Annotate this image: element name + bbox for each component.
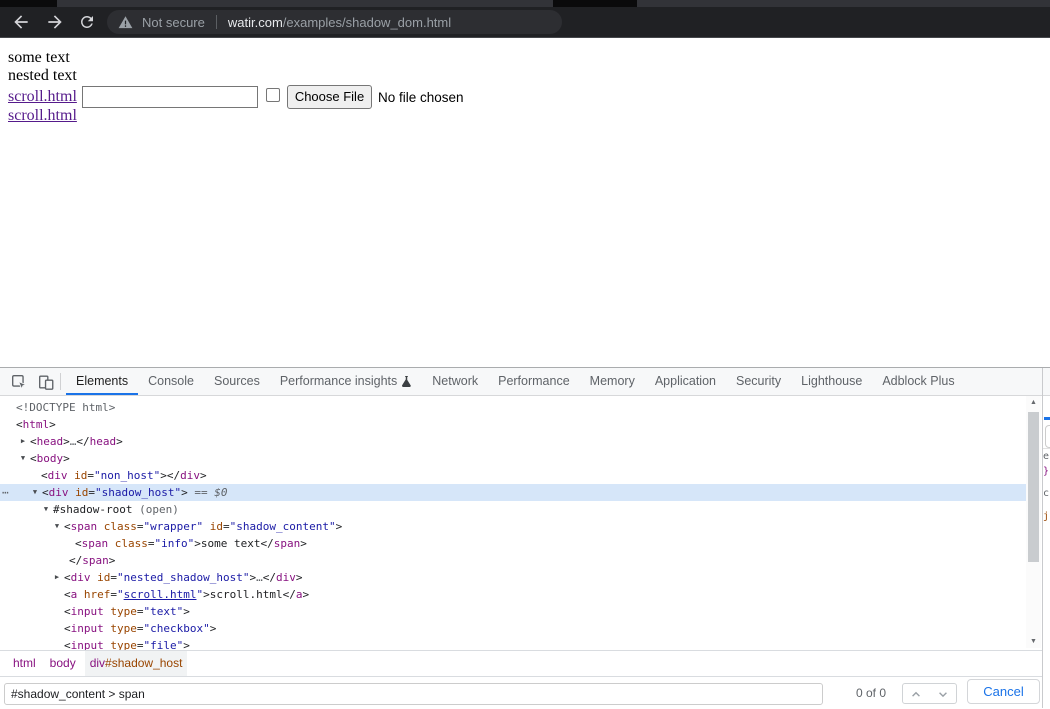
disclosure-collapsed-icon[interactable]: ▶ [52,569,62,586]
scroll-up-icon[interactable]: ▲ [1026,399,1041,406]
styles-filter-box-edge [1045,425,1050,448]
tree-row[interactable]: ⋯▼<div id="shadow_host"> == $0 [0,484,1026,501]
find-next-button[interactable] [929,683,957,704]
tree-row[interactable]: ▼<body> [0,450,1026,467]
tab-memory[interactable]: Memory [580,368,645,395]
tab-sources[interactable]: Sources [204,368,270,395]
elements-tree: <!DOCTYPE html><html>▶<head>…</head>▼<bo… [0,395,1042,650]
forward-arrow-icon[interactable] [44,11,66,33]
tree-row[interactable]: <input type="file"> [0,637,1026,650]
crumb-body[interactable]: body [45,651,81,676]
scroll-down-icon[interactable]: ▼ [1026,638,1041,645]
tree-row[interactable]: <input type="text"> [0,603,1026,620]
scroll-link-2[interactable]: scroll.html [8,107,77,125]
tree-row[interactable]: ▶<head>…</head> [0,433,1026,450]
tree-row[interactable]: ▶<div id="nested_shadow_host">…</div> [0,569,1026,586]
tree-row[interactable]: </span> [0,552,1026,569]
find-match-count: 0 of 0 [850,677,886,709]
page-text-some: some text [8,49,70,67]
overflow-dots-icon[interactable]: ⋯ [2,484,8,501]
tab-console[interactable]: Console [138,368,204,395]
tree-row[interactable]: <a href="scroll.html">scroll.html</a> [0,586,1026,603]
find-input[interactable]: #shadow_content > span [4,683,823,705]
tab-label: Elements [76,368,128,395]
browser-toolbar: Not secure watir.com/examples/shadow_dom… [0,7,1050,38]
experiment-flask-icon [401,375,412,388]
url-host: watir.com [228,15,283,30]
tree-row[interactable]: <div id="non_host"></div> [0,467,1026,484]
disclosure-collapsed-icon[interactable]: ▶ [18,433,28,450]
devtools-tabs: Elements Console Sources Performance insigh… [66,368,965,395]
choose-file-button[interactable]: Choose File [287,85,372,109]
tree-scrollbar[interactable]: ▲ ▼ [1026,396,1041,648]
styles-text-fragment: } [1043,466,1049,477]
tab-label: Lighthouse [801,368,862,395]
tree-row[interactable]: ▼#shadow-root (open) [0,501,1026,518]
devtools-toolbar: Elements Console Sources Performance insigh… [0,368,1042,396]
file-status-text: No file chosen [378,90,464,105]
styles-text-fragment: j [1043,511,1049,522]
tab-performance-insights[interactable]: Performance insights [270,368,422,395]
tab-performance[interactable]: Performance [488,368,580,395]
disclosure-expanded-icon[interactable]: ▼ [18,450,28,467]
disclosure-expanded-icon[interactable]: ▼ [52,518,62,535]
tree-row[interactable]: <!DOCTYPE html> [0,399,1026,416]
inspect-element-icon[interactable] [9,372,28,391]
tab-label: Sources [214,368,260,395]
tree-row[interactable]: <input type="checkbox"> [0,620,1026,637]
address-bar[interactable]: Not secure watir.com/examples/shadow_dom… [107,10,562,34]
tab-label: Application [655,368,716,395]
styles-text-fragment: c [1043,488,1049,499]
tab-application[interactable]: Application [645,368,726,395]
tab-label: Security [736,368,781,395]
tree-row[interactable]: <span class="info">some text</span> [0,535,1026,552]
omnibox-divider [216,15,217,29]
tree-row[interactable]: <html> [0,416,1026,433]
cancel-button[interactable]: Cancel [967,679,1040,704]
scrollbar-thumb[interactable] [1028,412,1039,562]
tab-strip-left-segment [0,0,57,7]
tab-lighthouse[interactable]: Lighthouse [791,368,872,395]
scroll-link-1[interactable]: scroll.html [8,88,77,106]
disclosure-expanded-icon[interactable]: ▼ [41,501,51,518]
security-status-label[interactable]: Not secure [142,15,205,30]
tree-row[interactable]: ▼<span class="wrapper" id="shadow_conten… [0,518,1026,535]
page-text-nested: nested text [8,67,77,85]
tab-security[interactable]: Security [726,368,791,395]
crumb-div-shadow-host[interactable]: div#shadow_host [85,651,188,676]
breadcrumb: htmlbodydiv#shadow_host [0,650,1042,676]
url-path: /examples/shadow_dom.html [283,15,451,30]
tab-label: Performance insights [280,368,397,395]
tab-label: Performance [498,368,570,395]
tab-label: Memory [590,368,635,395]
devtools-find-bar: #shadow_content > span 0 of 0 Cancel [0,676,1042,708]
tab-elements[interactable]: Elements [66,368,138,395]
styles-sliver-toolbar [1043,368,1050,396]
tab-label: Console [148,368,194,395]
toolbar-separator [60,373,61,390]
tab-strip-dark-segment [553,0,637,7]
back-arrow-icon[interactable] [10,11,32,33]
styles-sliver-divider [1043,448,1050,449]
disclosure-expanded-icon[interactable]: ▼ [30,484,40,501]
checkbox[interactable] [266,88,280,102]
text-input[interactable] [82,86,258,108]
styles-tab-underline [1044,417,1050,420]
reload-icon[interactable] [76,11,98,33]
tab-label: Network [432,368,478,395]
warning-triangle-icon [118,15,133,30]
crumb-html[interactable]: html [8,651,41,676]
find-previous-button[interactable] [902,683,930,704]
tab-network[interactable]: Network [422,368,488,395]
tab-label: Adblock Plus [882,368,954,395]
window-top-strip [0,0,1050,7]
device-toolbar-icon[interactable] [36,372,55,391]
styles-text-fragment: e [1043,451,1049,462]
tab-adblock-plus[interactable]: Adblock Plus [872,368,964,395]
